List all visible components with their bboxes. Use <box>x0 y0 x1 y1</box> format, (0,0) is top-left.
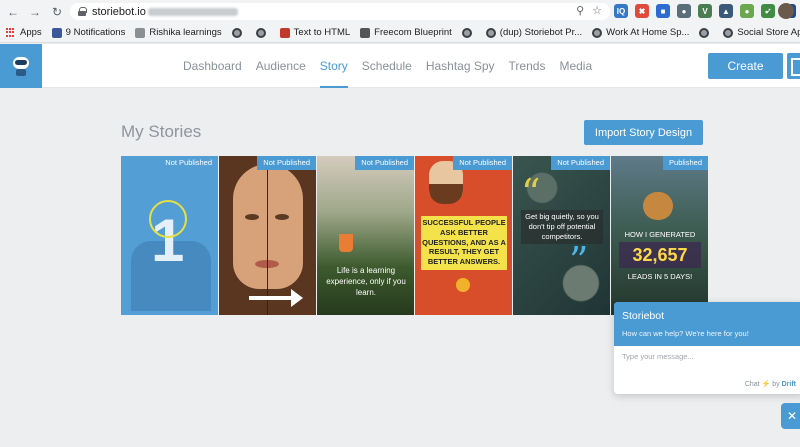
bookmarks-bar: Apps 9 Notifications Rishika learnings T… <box>0 23 800 43</box>
nav-story[interactable]: Story <box>319 44 348 88</box>
extension-icon[interactable]: ● <box>740 4 754 18</box>
facebook-icon <box>51 27 62 38</box>
story-card[interactable]: Published HOW I GENERATED 32,657 LEADS I… <box>611 156 708 315</box>
chat-widget: Storiebot How can we help? We're here fo… <box>614 302 800 394</box>
nav-schedule[interactable]: Schedule <box>362 44 412 88</box>
apps-grid-icon <box>6 27 16 38</box>
bookmark-apps[interactable]: Apps <box>6 27 42 38</box>
document-icon <box>135 27 146 38</box>
story-subline: LEADS IN 5 DAYS! <box>627 272 693 281</box>
mobile-preview-icon[interactable] <box>787 53 800 79</box>
robot-icon <box>11 55 31 77</box>
chat-message-input[interactable]: Type your message... <box>614 346 800 366</box>
arrow-right-icon <box>249 289 303 307</box>
import-story-design-button[interactable]: Import Story Design <box>584 120 703 145</box>
quote-close-icon: ” <box>569 239 589 283</box>
app-header: Dashboard Audience Story Schedule Hashta… <box>0 44 800 88</box>
story-caption: Life is a learning experience, only if y… <box>326 266 406 297</box>
drift-link[interactable]: Drift <box>782 381 796 388</box>
page-title: My Stories <box>121 122 202 141</box>
bookmark-storiebot[interactable]: (dup) Storiebot Pr... <box>485 27 582 38</box>
globe-icon <box>723 27 734 38</box>
status-badge: Not Published <box>355 156 414 170</box>
story-card[interactable]: Not Published Life is a learning experie… <box>317 156 414 315</box>
nav-audience[interactable]: Audience <box>256 44 306 88</box>
chat-footer: Chat ⚡ by Drift <box>744 381 796 388</box>
bookmark-globe[interactable] <box>255 27 270 38</box>
story-thumbnail <box>233 164 303 289</box>
bookmark-folder[interactable]: Rishika learnings <box>135 27 222 38</box>
globe-icon <box>699 27 710 38</box>
nav-media[interactable]: Media <box>559 44 592 88</box>
globe-icon <box>592 27 603 38</box>
extension-icon[interactable]: ▲ <box>719 4 733 18</box>
status-badge: Not Published <box>159 156 218 170</box>
cursor-highlight <box>149 200 187 238</box>
globe-icon <box>485 27 496 38</box>
nav-dashboard[interactable]: Dashboard <box>183 44 242 88</box>
story-card[interactable]: Not Published “ Get big quietly, so you … <box>513 156 610 315</box>
globe-icon <box>461 27 472 38</box>
chat-close-icon[interactable]: ✕ <box>781 403 800 429</box>
zoom-icon[interactable]: ⚲ <box>576 4 584 17</box>
create-button[interactable]: Create <box>708 53 783 79</box>
quote-open-icon: “ <box>521 171 541 215</box>
bookmark-text-to-html[interactable]: Text to HTML <box>279 27 350 38</box>
chat-header: Storiebot How can we help? We're here fo… <box>614 302 800 346</box>
chat-subtitle: How can we help? We're here for you! <box>622 329 749 338</box>
globe-icon <box>231 27 242 38</box>
extension-icon[interactable]: ✖ <box>635 4 649 18</box>
apple-icon <box>360 27 371 38</box>
bookmark-globe[interactable] <box>231 27 246 38</box>
globe-icon <box>255 27 266 38</box>
nav-trends[interactable]: Trends <box>509 44 546 88</box>
extension-icon[interactable]: ● <box>677 4 691 18</box>
story-headline: HOW I GENERATED <box>624 230 696 239</box>
back-icon[interactable]: ← <box>4 3 22 21</box>
story-caption: Get big quietly, so you don't tip off po… <box>521 210 603 245</box>
main-nav: Dashboard Audience Story Schedule Hashta… <box>183 44 606 88</box>
bookmark-globe[interactable] <box>461 27 476 38</box>
address-url: storiebot.io <box>92 5 146 18</box>
extension-icon[interactable]: IQ <box>614 4 628 18</box>
reload-icon[interactable]: ↻ <box>48 3 66 21</box>
story-caption: SUCCESSFUL PEOPLE ASK BETTER QUESTIONS, … <box>422 218 506 266</box>
story-number: 32,657 <box>619 242 701 268</box>
extension-icon[interactable]: V <box>698 4 712 18</box>
extension-icon[interactable]: ■ <box>656 4 670 18</box>
character-illustration <box>643 192 673 220</box>
html-icon <box>279 27 290 38</box>
drink-icon <box>339 234 353 252</box>
story-card[interactable]: Not Published 1 <box>121 156 218 315</box>
lock-icon <box>78 7 87 16</box>
profile-avatar[interactable] <box>778 3 794 19</box>
storiebot-logo[interactable] <box>0 44 42 88</box>
browser-menu-icon[interactable]: ⋮ <box>762 3 774 17</box>
status-badge: Not Published <box>551 156 610 170</box>
bookmark-notifications[interactable]: 9 Notifications <box>51 27 125 38</box>
address-bar[interactable]: storiebot.io ⚲ ☆ <box>70 3 610 20</box>
story-grid: Not Published 1 Not Published Not Publis… <box>121 156 709 315</box>
url-blurred-path <box>147 7 238 16</box>
bookmark-freecom[interactable]: Freecom Blueprint <box>360 27 452 38</box>
forward-icon[interactable]: → <box>26 3 44 21</box>
chat-title: Storiebot <box>622 310 665 322</box>
browser-toolbar: ← → ↻ storiebot.io ⚲ ☆ IQ ✖ ■ ● V ▲ ● ✔ … <box>0 0 800 23</box>
status-badge: Published <box>663 156 708 170</box>
bookmark-globe[interactable] <box>699 27 713 38</box>
story-card[interactable]: Not Published <box>219 156 316 315</box>
status-badge: Not Published <box>257 156 316 170</box>
bolt-icon: ⚡ <box>761 381 771 388</box>
bookmark-social-store[interactable]: Social Store App <box>723 27 800 38</box>
story-card[interactable]: Not Published SUCCESSFUL PEOPLE ASK BETT… <box>415 156 512 315</box>
medal-icon <box>456 278 470 292</box>
nav-hashtag-spy[interactable]: Hashtag Spy <box>426 44 495 88</box>
status-badge: Not Published <box>453 156 512 170</box>
bookmark-star-icon[interactable]: ☆ <box>592 4 602 17</box>
bookmark-work-at-home[interactable]: Work At Home Sp... <box>592 27 689 38</box>
